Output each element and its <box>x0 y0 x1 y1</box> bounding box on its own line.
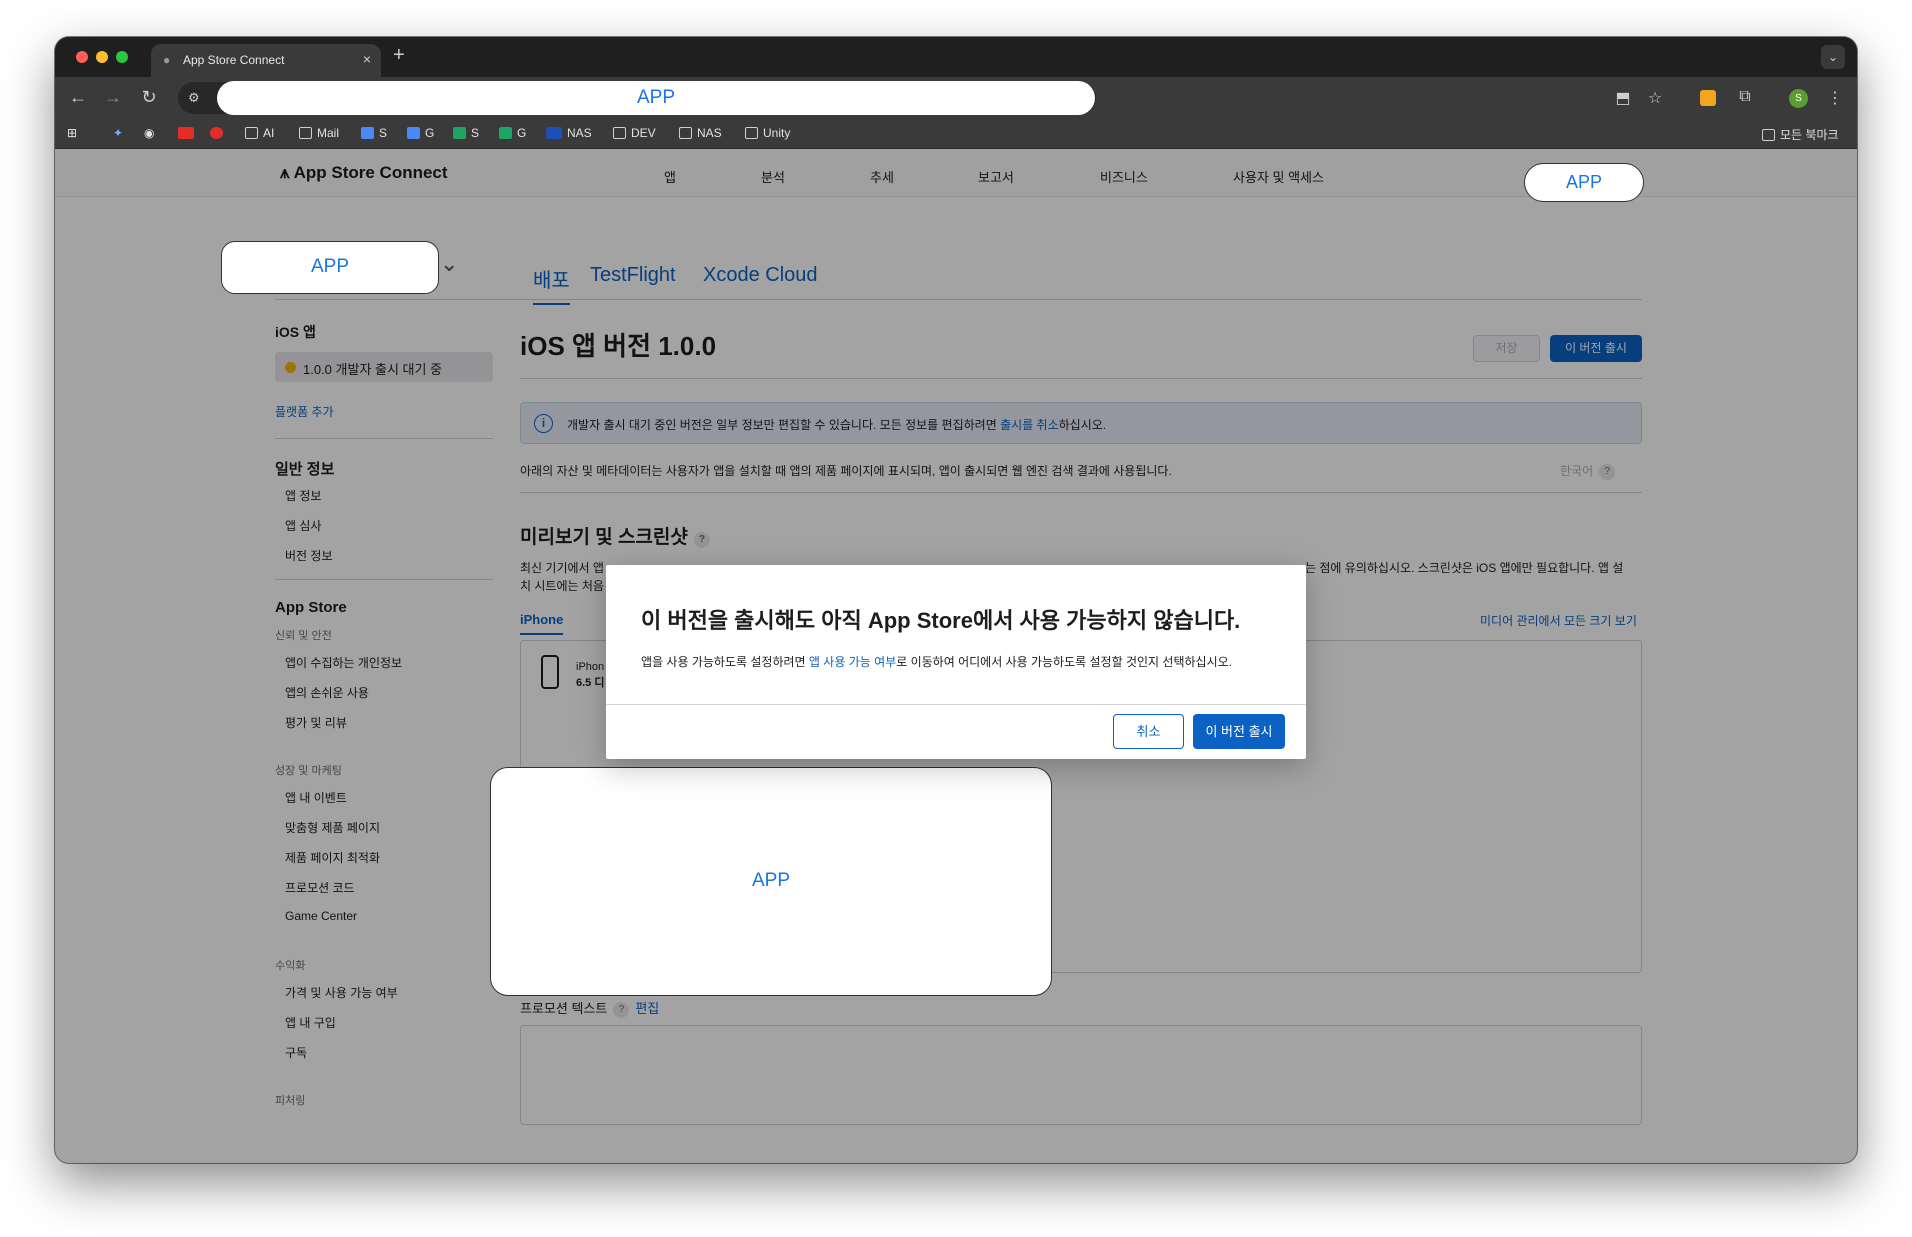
profile-avatar[interactable]: S <box>1789 89 1808 108</box>
bookmark-mail[interactable]: Mail <box>299 126 339 140</box>
chevron-down-icon[interactable]: ⌄ <box>440 251 458 277</box>
address-bar-redaction-label: APP <box>217 81 1095 115</box>
music-icon[interactable] <box>210 127 223 139</box>
google-docs-icon <box>361 127 374 139</box>
bookmark-nas[interactable]: NAS <box>679 126 722 140</box>
availability-link[interactable]: 앱 사용 가능 여부 <box>809 655 896 669</box>
gemini-icon[interactable]: ✦ <box>113 126 123 140</box>
bookmark-dsm-nas[interactable]: NAS <box>546 126 592 140</box>
bookmarks-bar: ⊞ ✦ ◉ AI Mail S G S G NAS DEV NAS Unity … <box>55 119 1857 149</box>
google-sheets-icon <box>453 127 466 139</box>
browser-tab[interactable]: ● App Store Connect × <box>151 44 381 77</box>
folder-icon <box>679 127 692 139</box>
google-docs-icon <box>407 127 420 139</box>
bookmark-sheets-s[interactable]: S <box>453 126 479 140</box>
folder-icon <box>1762 129 1775 141</box>
dialog-body: 앱을 사용 가능하도록 설정하려면 앱 사용 가능 여부로 이동하여 어디에서 … <box>641 655 1232 669</box>
zoom-window-button[interactable] <box>116 51 128 63</box>
bookmark-unity[interactable]: Unity <box>745 126 790 140</box>
tab-title: App Store Connect <box>183 53 285 67</box>
google-sheets-icon <box>499 127 512 139</box>
site-settings-icon[interactable]: ⚙ <box>188 90 200 106</box>
app-selector-placeholder[interactable]: APP <box>221 241 439 294</box>
apple-icon: ● <box>163 53 171 67</box>
dialog-divider <box>606 704 1306 705</box>
app-preview-placeholder: APP <box>490 767 1052 996</box>
all-bookmarks[interactable]: 모든 북마크 <box>1762 126 1839 143</box>
account-menu-placeholder[interactable]: APP <box>1524 163 1644 202</box>
release-confirmation-dialog: 이 버전을 출시해도 아직 App Store에서 사용 가능하지 않습니다. … <box>606 565 1306 759</box>
bookmark-docs-s[interactable]: S <box>361 126 387 140</box>
bookmark-star-icon[interactable]: ☆ <box>1645 88 1665 108</box>
apps-grid-icon[interactable]: ⊞ <box>67 126 77 140</box>
folder-icon <box>245 127 258 139</box>
bookmark-dev[interactable]: DEV <box>613 126 656 140</box>
folder-icon <box>299 127 312 139</box>
bookmark-sheets-g[interactable]: G <box>499 126 526 140</box>
dialog-title: 이 버전을 출시해도 아직 App Store에서 사용 가능하지 않습니다. <box>641 608 1241 633</box>
bookmark-docs-g[interactable]: G <box>407 126 434 140</box>
folder-icon <box>745 127 758 139</box>
bookmark-circle-icon[interactable]: ◉ <box>144 126 154 140</box>
dsm-icon <box>546 127 562 139</box>
tab-search-icon[interactable]: ⌄ <box>1821 45 1845 69</box>
confirm-release-button[interactable]: 이 버전 출시 <box>1193 714 1285 749</box>
tab-strip: ● App Store Connect × + ⌄ <box>55 37 1857 77</box>
back-icon[interactable]: ← <box>67 87 89 108</box>
bookmark-ai[interactable]: AI <box>245 126 274 140</box>
reload-icon[interactable]: ↻ <box>138 87 160 108</box>
tab-close-icon[interactable]: × <box>363 51 371 67</box>
browser-window: ● App Store Connect × + ⌄ ← → ↻ ⚙ ⬒ ☆ ⧉ … <box>55 37 1857 1163</box>
extension-icon[interactable] <box>1700 90 1716 106</box>
forward-icon[interactable]: → <box>102 87 124 108</box>
minimize-window-button[interactable] <box>96 51 108 63</box>
close-window-button[interactable] <box>76 51 88 63</box>
youtube-icon[interactable] <box>178 127 194 139</box>
folder-icon <box>613 127 626 139</box>
cancel-button[interactable]: 취소 <box>1113 714 1184 749</box>
new-tab-button[interactable]: + <box>393 44 405 67</box>
extensions-icon[interactable]: ⧉ <box>1735 88 1755 106</box>
install-app-icon[interactable]: ⬒ <box>1613 88 1633 108</box>
more-menu-icon[interactable]: ⋮ <box>1825 88 1845 108</box>
